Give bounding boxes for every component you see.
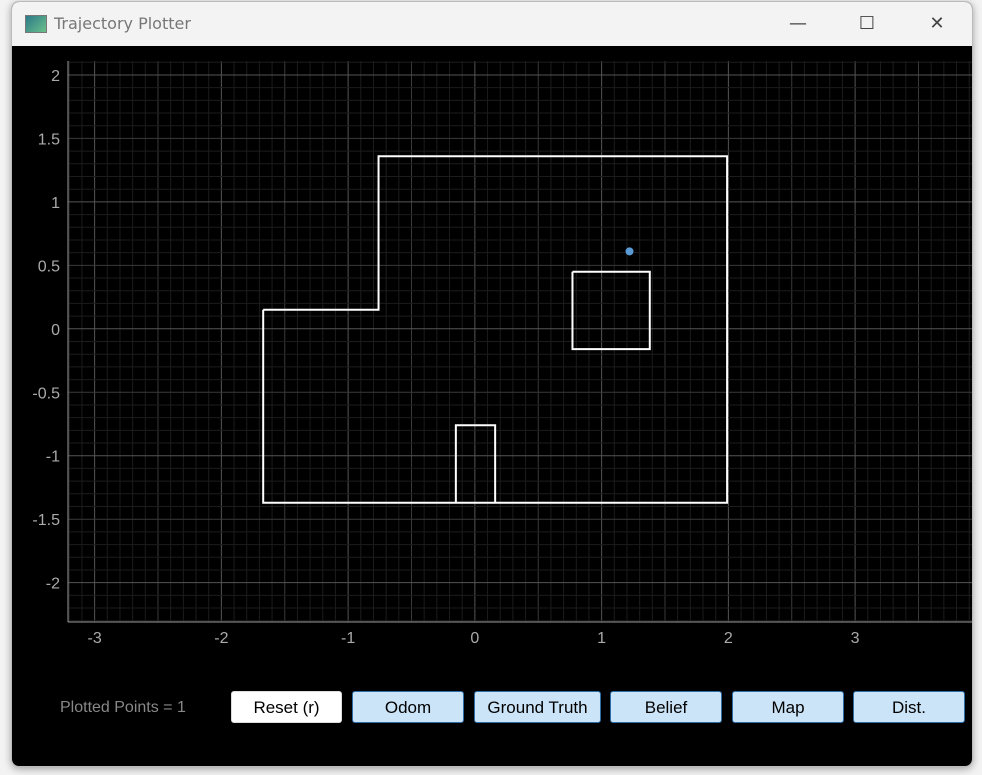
y-tick-label: -0.5: [32, 385, 60, 402]
y-tick-label: 2: [51, 68, 60, 85]
x-tick-label: 1: [597, 630, 606, 647]
trajectory-plotter-window: Trajectory Plotter — ☐ ✕ -3 -2 -1 0 1 2 3 2 1.5 1…: [11, 1, 973, 767]
x-tick-label: -1: [341, 630, 355, 647]
y-tick-label: 0.5: [38, 258, 60, 275]
plot-canvas[interactable]: -3 -2 -1 0 1 2 3 2 1.5 1 0.5 0 -0.5 -1 -1.5 -2: [12, 2, 972, 682]
x-tick-label: -2: [214, 630, 228, 647]
y-tick-label: 1: [51, 195, 60, 212]
odom-button[interactable]: Odom: [352, 691, 464, 723]
x-tick-label: 3: [851, 630, 860, 647]
x-tick-label: 2: [724, 630, 733, 647]
y-tick-label: -2: [46, 576, 60, 593]
x-tick-label: 0: [470, 630, 479, 647]
reset-button[interactable]: Reset (r): [231, 691, 342, 723]
y-tick-label: -1.5: [32, 512, 60, 529]
y-tick-label: 0: [51, 322, 60, 339]
y-tick-label: -1: [46, 449, 60, 466]
plotted-points-label: Plotted Points = 1: [60, 699, 186, 716]
toolbar: Plotted Points = 1 Reset (r) Odom Ground…: [12, 690, 972, 726]
y-tick-label: 1.5: [38, 131, 60, 148]
x-tick-label: -3: [88, 630, 102, 647]
dist-button[interactable]: Dist.: [853, 691, 965, 723]
belief-button[interactable]: Belief: [610, 691, 722, 723]
map-wall: [571, 270, 651, 351]
trajectory-point: [625, 247, 634, 256]
ground-truth-button[interactable]: Ground Truth: [474, 691, 601, 723]
map-button[interactable]: Map: [732, 691, 844, 723]
